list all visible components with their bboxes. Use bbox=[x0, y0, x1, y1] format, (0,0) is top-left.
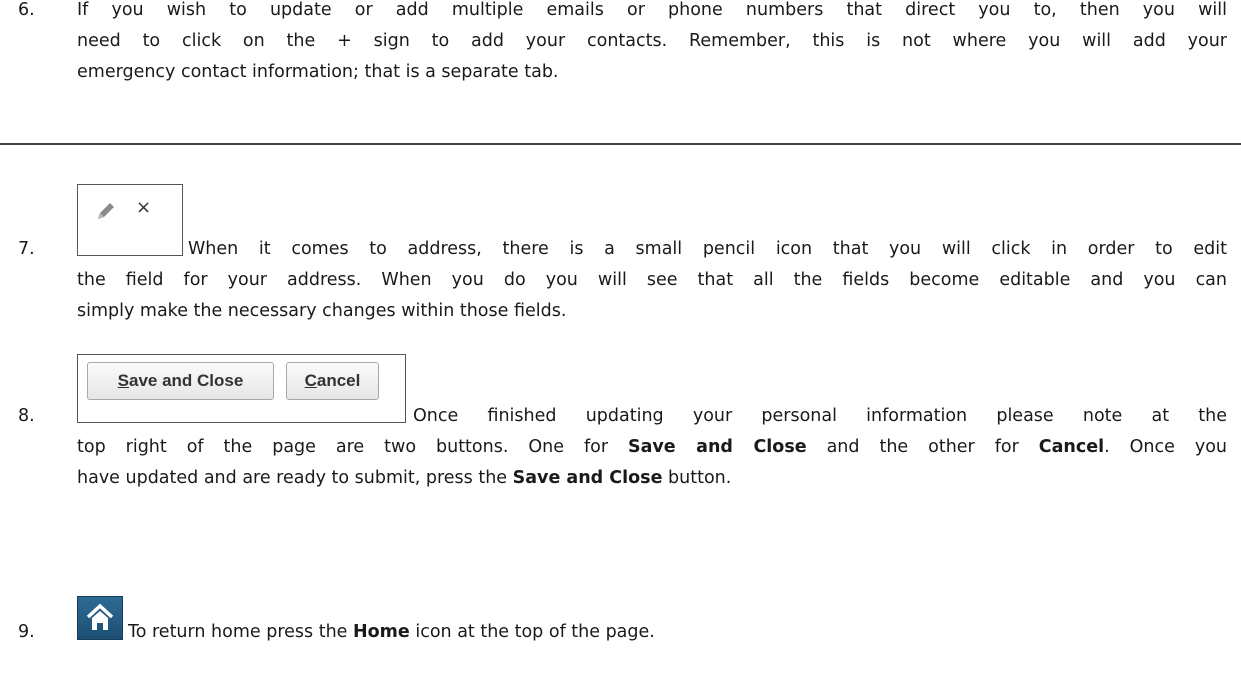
pencil-icon bbox=[98, 203, 114, 219]
step-text-line: emergency contact information; that is a… bbox=[77, 62, 559, 82]
step-text-line: have updated and are ready to submit, pr… bbox=[77, 468, 732, 488]
action-buttons-screenshot: Save and Close Cancel bbox=[77, 354, 406, 423]
step-number: 7. bbox=[18, 239, 35, 259]
step-text-line: To return home press the Home icon at th… bbox=[128, 622, 655, 642]
cancel-button[interactable]: Cancel bbox=[286, 362, 379, 400]
edit-widget-screenshot: × bbox=[77, 184, 183, 256]
close-icon: × bbox=[136, 197, 152, 218]
step-text-line: If you wish to update or add multiple em… bbox=[77, 0, 1227, 20]
step-text-line: When it comes to address, there is a sma… bbox=[188, 239, 1227, 259]
step-number: 6. bbox=[18, 0, 35, 20]
step-text-line: simply make the necessary changes within… bbox=[77, 301, 567, 321]
step-text-line: need to click on the + sign to add your … bbox=[77, 31, 1227, 51]
step-text-line: the field for your address. When you do … bbox=[77, 270, 1227, 290]
step-text-line: top right of the page are two buttons. O… bbox=[77, 437, 1228, 457]
home-icon[interactable] bbox=[77, 596, 123, 640]
step-number: 9. bbox=[18, 622, 35, 642]
step-text-line: Once finished updating your personal inf… bbox=[413, 406, 1227, 426]
step-number: 8. bbox=[18, 406, 35, 426]
save-and-close-button[interactable]: Save and Close bbox=[87, 362, 274, 400]
home-glyph-icon bbox=[86, 603, 114, 630]
section-divider bbox=[0, 143, 1241, 145]
